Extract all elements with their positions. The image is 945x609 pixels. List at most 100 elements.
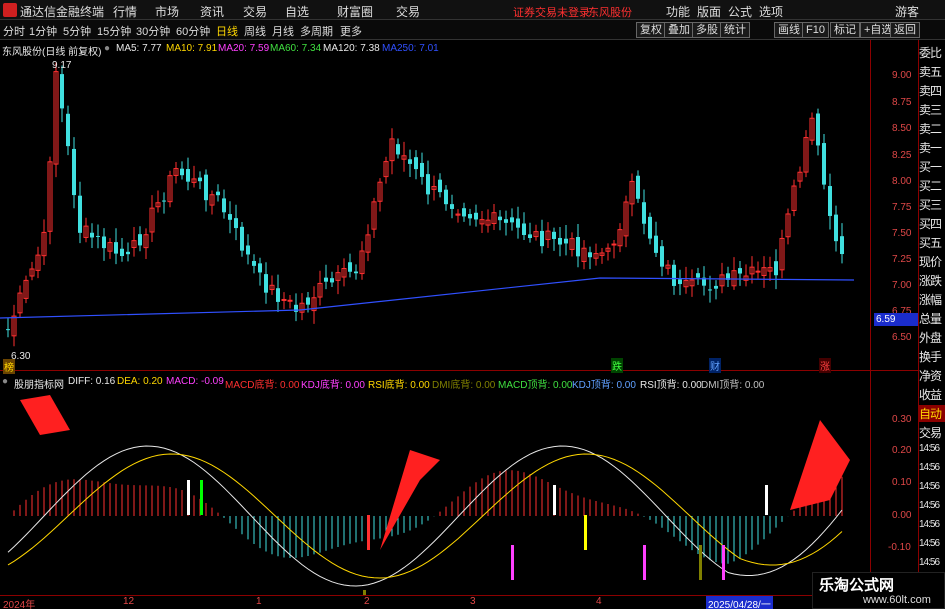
period-30min[interactable]: 30分钟 [136, 23, 170, 39]
menu-news[interactable]: 资讯 [200, 3, 224, 20]
quote-label: 涨跌 [919, 274, 942, 288]
chart-area[interactable] [0, 40, 918, 596]
event-marker-rise[interactable]: 涨 [819, 358, 831, 373]
menu-watchlist[interactable]: 自选 [285, 3, 309, 20]
candle-body [660, 246, 664, 267]
indicator-name[interactable]: 股朋指标网 [14, 376, 64, 391]
menu-options[interactable]: 选项 [759, 3, 783, 20]
tool-stats[interactable]: 统计 [720, 22, 750, 38]
candle-body [468, 214, 472, 219]
price-tick: 8.50 [892, 123, 912, 134]
divergence-signal [699, 545, 702, 580]
candle-body [228, 214, 232, 220]
tool-overlay[interactable]: 叠加 [664, 22, 694, 38]
period-5min[interactable]: 5分钟 [63, 23, 91, 39]
period-daily[interactable]: 日线 [216, 23, 238, 39]
stock-label: 东风股份(日线 前复权) [2, 47, 102, 58]
divergence-signal [584, 515, 587, 550]
event-marker-fall[interactable]: 跌 [611, 358, 623, 373]
candle-body [510, 217, 514, 223]
tool-back[interactable]: 返回 [890, 22, 920, 38]
event-marker-rank[interactable]: 榜 [3, 359, 15, 374]
candle-body [186, 169, 190, 182]
quote-label: 卖四 [919, 84, 942, 98]
watermark: 乐淘公式网 www.60lt.com [812, 572, 945, 609]
candle-body [834, 214, 838, 242]
candle-body [648, 216, 652, 239]
candle-body [258, 263, 262, 273]
menu-trade[interactable]: 交易 [243, 3, 267, 20]
divergence-signal [511, 545, 514, 580]
macd-fill-area [20, 395, 70, 435]
candle-body [348, 262, 352, 272]
macd-legend: MACD: -0.09 [166, 376, 224, 387]
quote-label: 卖三 [919, 103, 942, 117]
tick-time: 14:56 [919, 538, 940, 549]
quote-label: 委比 [919, 46, 942, 60]
app-logo-icon [3, 3, 17, 17]
period-60min[interactable]: 60分钟 [176, 23, 210, 39]
divergence-signal [553, 485, 556, 515]
price-tick: 7.25 [892, 254, 912, 265]
auto-trade-button[interactable]: 自动 [919, 405, 945, 422]
ma120-legend: MA120: 7.38 [323, 43, 380, 54]
menu-formula[interactable]: 公式 [728, 3, 752, 20]
tool-f10[interactable]: F10 [802, 22, 829, 38]
menu-market[interactable]: 市场 [155, 3, 179, 20]
menu-quotes[interactable]: 行情 [113, 3, 137, 20]
divergence-signal [722, 545, 725, 580]
tool-adjust[interactable]: 复权 [636, 22, 666, 38]
menu-guest[interactable]: 游客 [895, 3, 919, 20]
rsi-top-div-legend: RSI顶背: 0.00 [640, 380, 702, 391]
indicator-tick: 0.20 [892, 445, 912, 456]
candle-body [246, 245, 250, 255]
panel-divider [0, 370, 918, 371]
candle-body [6, 329, 10, 331]
tool-mark[interactable]: 标记 [830, 22, 860, 38]
period-weekly[interactable]: 周线 [244, 23, 266, 39]
candle-body [558, 237, 562, 245]
quote-label: 外盘 [919, 331, 942, 345]
menu-wealth-circle[interactable]: 财富圈 [337, 3, 373, 20]
quote-label: 买四 [919, 217, 942, 231]
candle-body [162, 200, 166, 202]
menu-function[interactable]: 功能 [666, 3, 690, 20]
xaxis-label: 2 [364, 596, 370, 607]
tool-multistock[interactable]: 多股 [692, 22, 722, 38]
candle-body [198, 177, 202, 182]
candle-body [264, 274, 268, 293]
dea-legend: DEA: 0.20 [117, 376, 163, 387]
period-1min[interactable]: 1分钟 [29, 23, 57, 39]
tool-draw[interactable]: 画线 [774, 22, 804, 38]
tick-time: 14:56 [919, 443, 940, 454]
price-tick: 8.00 [892, 176, 912, 187]
candle-body [774, 261, 778, 276]
indicator-tick: -0.10 [888, 542, 911, 553]
kdj-top-div-legend: KDJ顶背: 0.00 [572, 380, 636, 391]
candle-body [528, 234, 532, 239]
candle-body [522, 223, 526, 236]
trading-terminal-window: 通达信金融终端 行情 市场 资讯 交易 自选 财富圈 交易 证券交易未登录 东风… [0, 0, 945, 609]
period-monthly[interactable]: 月线 [272, 23, 294, 39]
candle-body [840, 236, 844, 255]
high-price-label: 9.17 [52, 60, 72, 71]
xaxis-label: 12 [123, 596, 135, 607]
kdj-bottom-div-legend: KDJ底背: 0.00 [301, 380, 365, 391]
menu-trading[interactable]: 交易 [396, 3, 420, 20]
candle-body [114, 242, 118, 254]
event-marker-finance[interactable]: 财 [709, 358, 721, 373]
candle-body [678, 279, 682, 285]
candle-body [408, 159, 412, 164]
login-alert[interactable]: 证券交易未登录 [513, 4, 590, 20]
legend-dot-icon: ● [104, 43, 111, 54]
period-multi[interactable]: 多周期 [300, 23, 333, 39]
candle-body [102, 236, 106, 249]
period-timeshare[interactable]: 分时 [3, 23, 25, 39]
period-more[interactable]: 更多 [340, 23, 362, 39]
candle-body [234, 218, 238, 229]
period-15min[interactable]: 15分钟 [97, 23, 131, 39]
menu-layout[interactable]: 版面 [697, 3, 721, 20]
candle-body [438, 179, 442, 193]
quote-label: 总量 [919, 312, 942, 326]
ma60-legend: MA60: 7.34 [270, 43, 322, 54]
